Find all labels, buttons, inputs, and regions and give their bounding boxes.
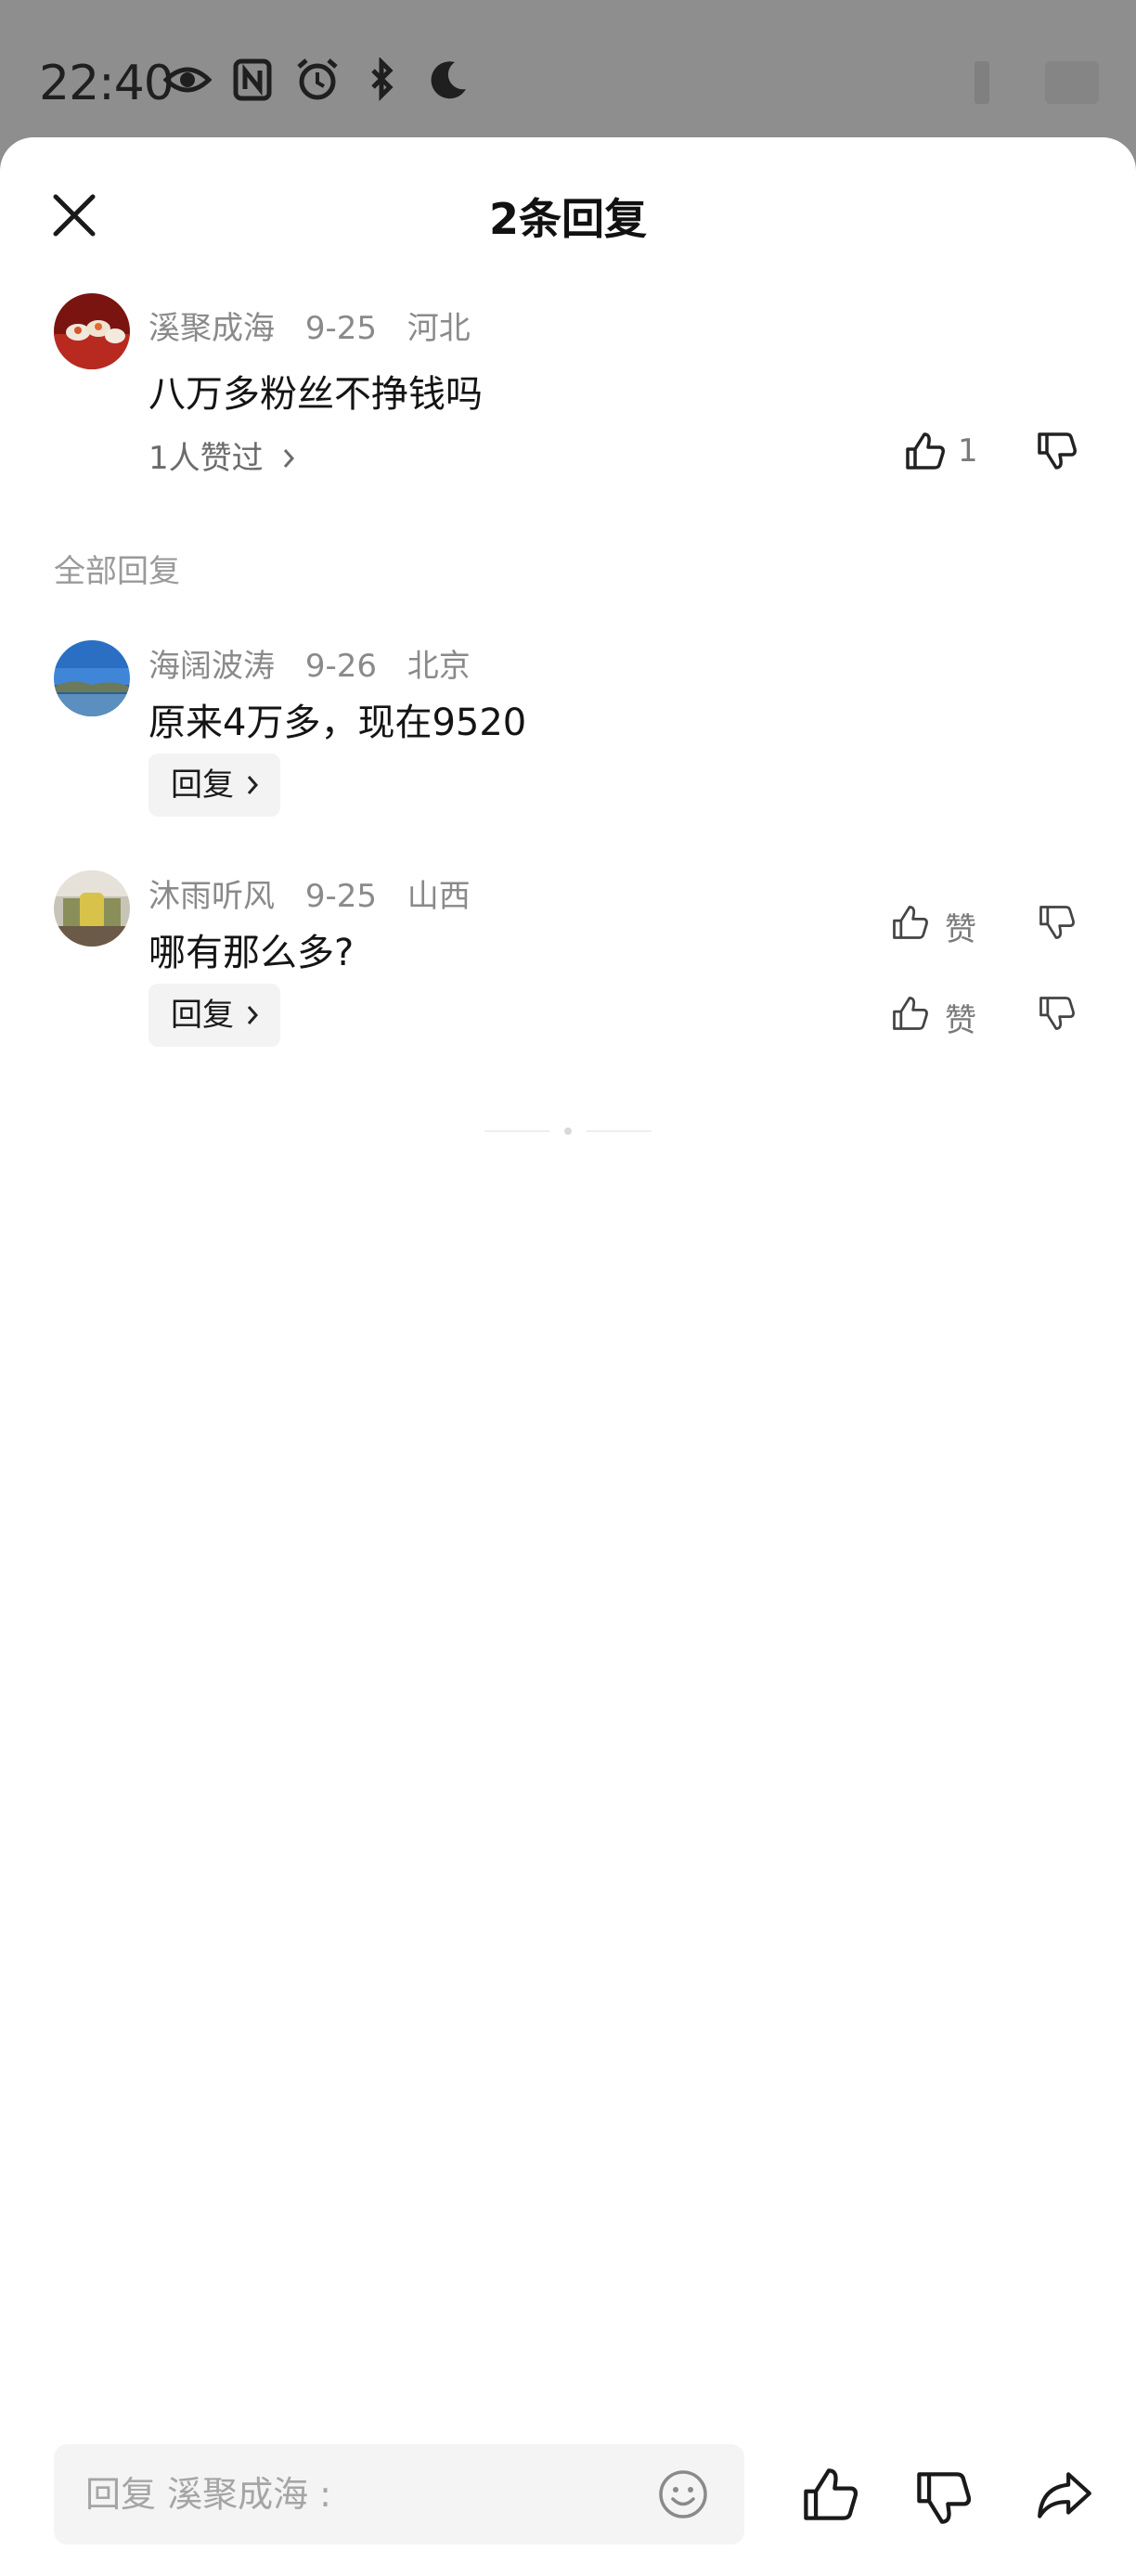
reply-meta: 沐雨听风 9-25 山西 [148,870,491,916]
thumbs-down-icon[interactable] [1036,993,1077,1034]
section-label: 全部回复 [54,553,180,590]
status-bar: 22:40 [0,0,1136,139]
reply-text[interactable]: 哪有那么多? [148,922,354,976]
page-title: 2条回复 [488,194,647,244]
eye-icon [163,67,212,93]
avatar-image [54,293,130,369]
end-divider-dot [564,1127,572,1135]
reply-date: 9-25 [304,878,377,915]
reply-meta: 海阔波涛 9-26 北京 [148,640,491,686]
status-time: 22:40 [39,56,174,111]
thumbs-up-icon[interactable] [889,993,930,1034]
thumbs-down-icon[interactable] [1034,429,1078,473]
avatar[interactable] [54,640,130,716]
thumbs-up-icon[interactable] [800,2465,859,2524]
likers-label: 1人赞过 [148,440,264,477]
thumbs-up-icon[interactable] [889,902,930,943]
like-count: 1 [958,432,978,470]
end-divider-left [484,1130,549,1132]
alarm-icon [297,58,338,100]
bluetooth-icon [371,58,394,102]
username[interactable]: 溪聚成海 [148,310,275,347]
like-label: 赞 [945,911,976,948]
chevron-right-icon [284,449,295,468]
thumbs-down-icon[interactable] [913,2468,973,2528]
signal-icon [975,61,989,104]
nfc-icon [233,58,272,101]
share-icon[interactable] [1034,2467,1095,2524]
moon-icon [431,61,466,99]
username[interactable]: 海阔波涛 [148,648,275,685]
likers-link[interactable]: 1人赞过 [148,432,297,478]
reply-location: 北京 [407,648,471,685]
like-label: 赞 [945,1002,976,1039]
replies-sheet: 2条回复 溪聚成海 9-25 河北 八万多粉丝不挣钱吗 1人赞过 1 全部回复 [0,137,1136,2576]
comment-date: 9-25 [304,310,377,347]
battery-icon [1045,61,1099,104]
chevron-right-icon [247,776,259,794]
avatar[interactable] [54,870,130,947]
reply-label: 回复 [171,997,234,1034]
comment-text[interactable]: 八万多粉丝不挣钱吗 [148,364,483,418]
avatar-image [54,640,130,716]
status-right [975,61,1099,104]
reply-date: 9-26 [304,648,377,685]
thumbs-down-icon[interactable] [1036,902,1077,943]
reply-button[interactable]: 回复 [148,753,280,817]
reply-label: 回复 [171,766,234,804]
status-icons [163,58,471,102]
username[interactable]: 沐雨听风 [148,878,275,915]
end-divider-right [587,1130,652,1132]
emoji-icon[interactable] [657,2468,709,2520]
reply-button[interactable]: 回复 [148,984,280,1047]
avatar[interactable] [54,293,130,369]
comment-location: 河北 [407,310,471,347]
comment-meta: 溪聚成海 9-25 河北 [148,303,491,348]
reply-input[interactable] [85,2444,642,2544]
reply-location: 山西 [407,878,471,915]
avatar-image [54,870,130,947]
thumbs-up-icon[interactable] [902,429,947,473]
reply-text[interactable]: 原来4万多，现在9520 [148,692,526,746]
chevron-right-icon [247,1006,259,1024]
reply-input-box[interactable] [54,2444,744,2544]
